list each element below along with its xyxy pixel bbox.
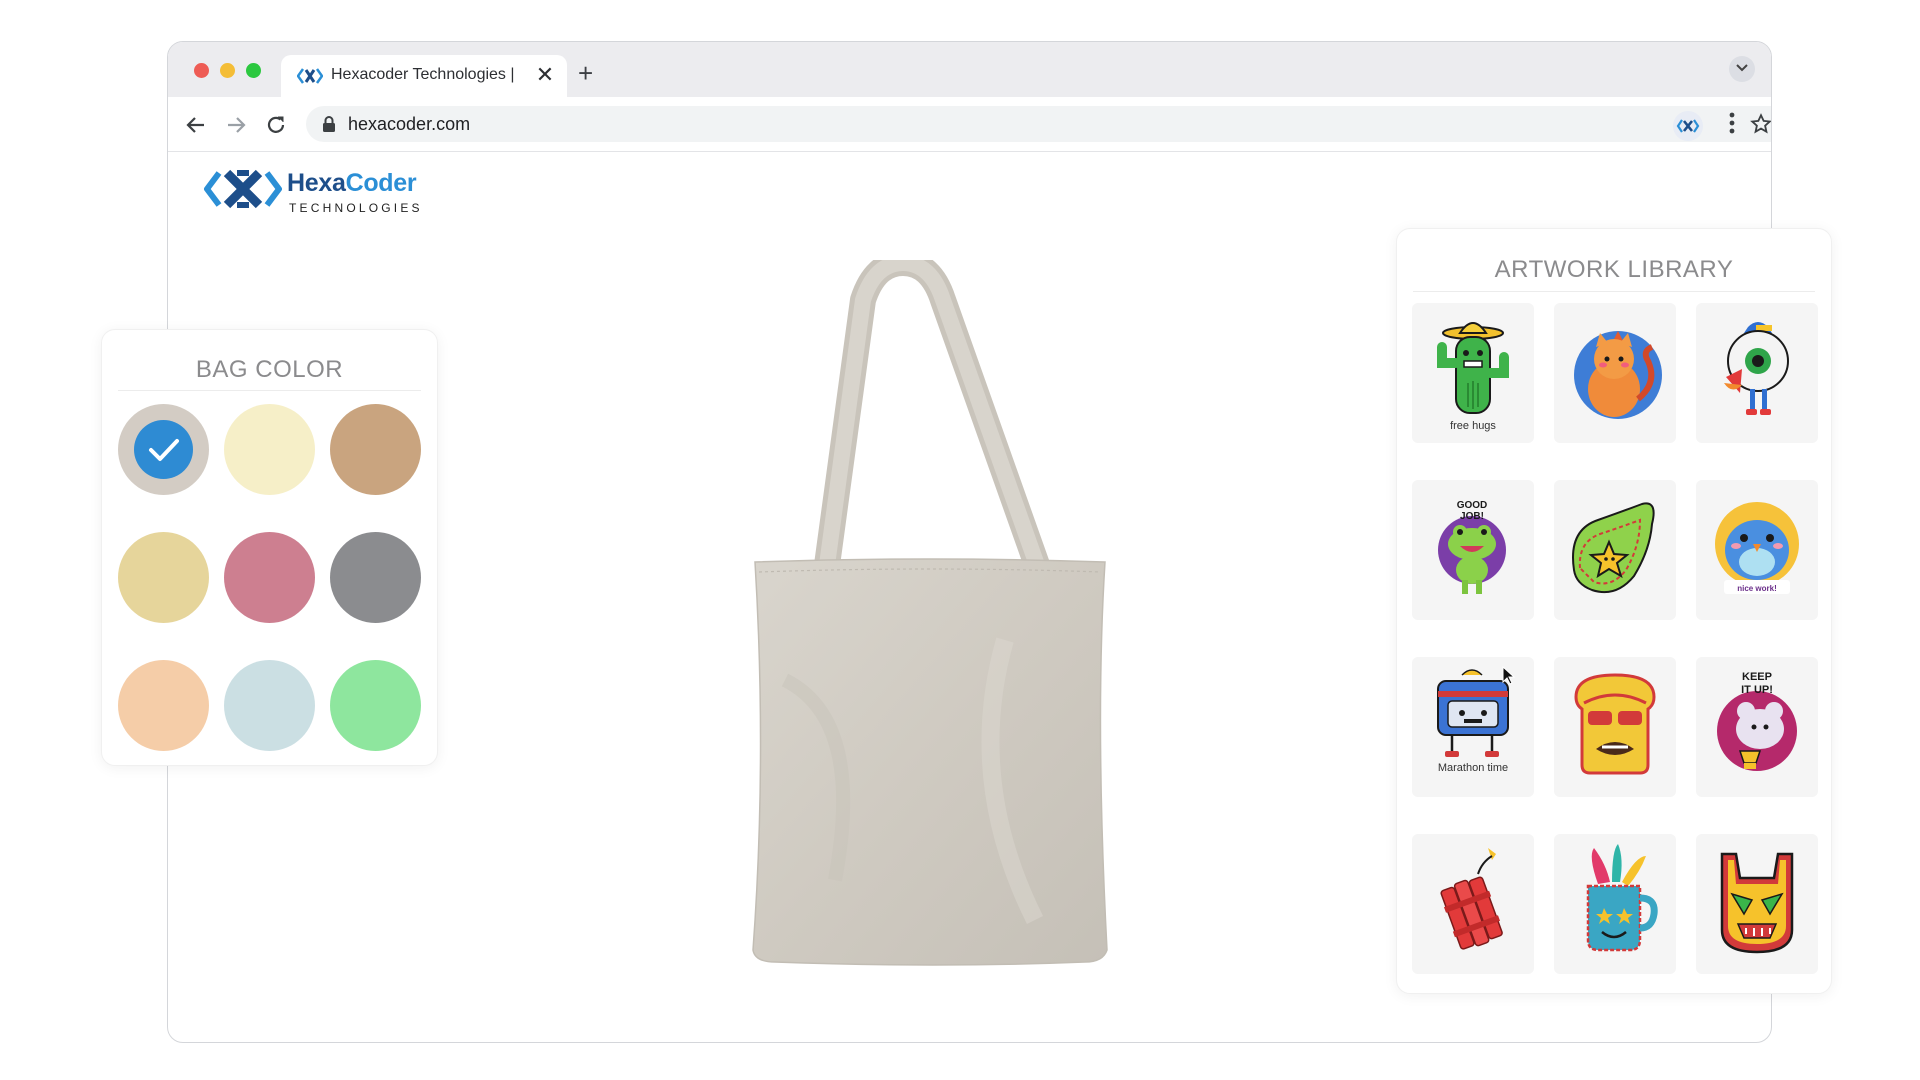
new-tab-button[interactable]: + <box>578 60 593 86</box>
browser-titlebar: Hexacoder Technologies | ✕ + <box>168 42 1771 97</box>
bag-color-panel: BAG COLOR <box>101 329 438 766</box>
artwork-tile-frog[interactable]: GOOD JOB! <box>1412 480 1534 620</box>
artwork-caption: Marathon time <box>1437 762 1509 774</box>
reload-icon[interactable] <box>264 113 288 137</box>
artwork-tile-eyeball[interactable] <box>1696 303 1818 443</box>
svg-text:KEEP: KEEP <box>1742 671 1772 683</box>
artwork-library-title: ARTWORK LIBRARY <box>1494 256 1734 283</box>
frog-sticker-icon: GOOD JOB! <box>1438 500 1506 594</box>
close-window-button[interactable] <box>194 63 209 78</box>
tote-bag-preview[interactable] <box>745 250 1115 970</box>
tab-title: Hexacoder Technologies | <box>331 66 515 83</box>
back-arrow-icon[interactable] <box>184 113 208 137</box>
url-text: hexacoder.com <box>348 114 471 134</box>
artwork-tile-toast[interactable] <box>1554 657 1676 797</box>
mouse-cursor-icon <box>1502 665 1516 691</box>
artwork-tile-dynamite[interactable] <box>1412 834 1534 974</box>
svg-text:IT UP!: IT UP! <box>1741 684 1773 696</box>
browser-menu-icon[interactable] <box>1728 111 1736 140</box>
color-swatch[interactable] <box>224 404 315 495</box>
tab-search-chevron-icon[interactable] <box>1729 56 1755 82</box>
artwork-library-panel: ARTWORK LIBRARY free hugs GOOD JOB! nice… <box>1396 228 1832 994</box>
color-swatch[interactable] <box>330 404 421 495</box>
hexacoder-extension-icon[interactable] <box>1673 111 1703 141</box>
mug-sticker-icon <box>1586 844 1658 952</box>
color-swatch[interactable] <box>224 660 315 751</box>
artwork-caption: free hugs <box>1450 420 1496 432</box>
artwork-tile-cactus[interactable]: free hugs <box>1412 303 1534 443</box>
artwork-tile-mug[interactable] <box>1554 834 1676 974</box>
color-swatch[interactable] <box>118 660 209 751</box>
address-bar[interactable]: hexacoder.com <box>306 106 1771 142</box>
hexacoder-favicon-icon <box>296 67 324 90</box>
toast-sticker-icon <box>1574 673 1656 775</box>
divider <box>1413 291 1815 292</box>
logo-wordmark: HexaCoder <box>287 169 417 198</box>
minimize-window-button[interactable] <box>220 63 235 78</box>
logo-wordmark-hexa: Hexa <box>287 169 346 197</box>
artwork-tile-owl[interactable]: nice work! <box>1696 480 1818 620</box>
color-swatch[interactable] <box>330 532 421 623</box>
forward-arrow-icon[interactable] <box>224 113 248 137</box>
logo-tagline: TECHNOLOGIES <box>289 201 423 215</box>
bag-color-title: BAG COLOR <box>195 356 344 383</box>
maximize-window-button[interactable] <box>246 63 261 78</box>
browser-tab[interactable]: Hexacoder Technologies | ✕ <box>281 55 567 97</box>
hexacoder-logo-mark-icon <box>204 169 282 209</box>
browser-toolbar: hexacoder.com <box>168 97 1771 152</box>
logo-wordmark-coder: Coder <box>345 169 417 197</box>
star-fireball-sticker-icon <box>1572 502 1655 594</box>
eyeball-sticker-icon <box>1724 322 1789 415</box>
tiki-mask-sticker-icon <box>1720 852 1794 954</box>
dynamite-sticker-icon <box>1440 848 1503 950</box>
svg-text:nice work!: nice work! <box>1737 584 1777 593</box>
bookmark-star-icon[interactable] <box>1750 113 1771 140</box>
artwork-tile-star-fireball[interactable] <box>1554 480 1676 620</box>
lock-icon <box>322 116 336 137</box>
color-swatch[interactable] <box>224 532 315 623</box>
svg-text:JOB!: JOB! <box>1460 511 1484 522</box>
color-swatch[interactable] <box>118 404 209 495</box>
tab-close-icon[interactable]: ✕ <box>533 63 557 87</box>
svg-text:GOOD: GOOD <box>1457 500 1488 511</box>
divider <box>118 390 421 391</box>
owl-sticker-icon: nice work! <box>1715 502 1799 594</box>
selected-checkmark-icon <box>134 420 193 479</box>
color-swatch[interactable] <box>118 532 209 623</box>
hexacoder-logo[interactable]: HexaCoder TECHNOLOGIES <box>203 165 420 218</box>
artwork-tile-cat[interactable] <box>1554 303 1676 443</box>
cat-sticker-icon <box>1574 331 1662 419</box>
mouse-trophy-sticker-icon: KEEP IT UP! <box>1717 671 1797 771</box>
color-swatch[interactable] <box>330 660 421 751</box>
artwork-tile-mouse-trophy[interactable]: KEEP IT UP! <box>1696 657 1818 797</box>
artwork-tile-tiki-mask[interactable] <box>1696 834 1818 974</box>
